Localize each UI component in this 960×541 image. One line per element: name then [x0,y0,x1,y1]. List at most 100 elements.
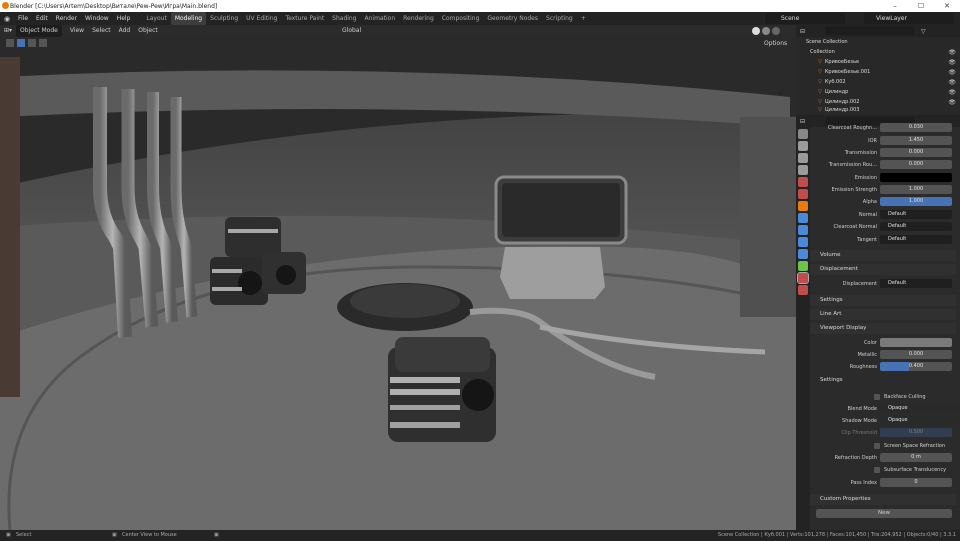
outliner-scene-collection[interactable]: Scene Collection [796,37,960,47]
outliner-item[interactable]: ▽ Куб.002 👁 [796,77,960,87]
outliner-item[interactable]: ▽ КривоеБезье 👁 [796,57,960,67]
outliner-item[interactable]: ▽ КривоеБезье.001 👁 [796,67,960,77]
volume-section[interactable]: Volume [810,250,956,261]
blend-mode-select[interactable]: Opaque [880,404,960,413]
tab-layout[interactable]: Layout [142,12,170,25]
displacement-field[interactable]: Default [880,279,952,288]
visibility-icon[interactable]: 👁 [948,49,956,56]
constraints-tab-icon[interactable] [798,249,808,259]
alpha-field[interactable]: 1.000 [880,197,952,206]
shadow-mode-select[interactable]: Opaque [880,416,960,425]
tab-geometry-nodes[interactable]: Geometry Nodes [483,12,542,25]
outliner-item[interactable]: ▽ Цилиндр 👁 [796,87,960,97]
select-mode-icon[interactable] [28,39,36,47]
clearcoat-normal-field[interactable]: Default [880,222,952,231]
material-tab-icon[interactable] [797,272,809,284]
outliner-editor-icon[interactable]: ⊟ [800,28,805,35]
roughness-field[interactable]: 0.400 [880,362,952,371]
shading-material-icon[interactable] [762,27,770,35]
displacement-section[interactable]: Displacement [810,264,956,275]
tab-rendering[interactable]: Rendering [399,12,438,25]
menu-render[interactable]: Render [52,12,81,25]
outliner-search-input[interactable] [825,27,916,35]
tab-uv-editing[interactable]: UV Editing [242,12,281,25]
particles-tab-icon[interactable] [798,225,808,235]
clip-threshold-field[interactable]: 0.500 [880,428,952,437]
menu-help[interactable]: Help [113,12,135,25]
pass-index-field[interactable]: 0 [880,478,952,487]
ssr-checkbox[interactable] [874,443,880,449]
ior-field[interactable]: 1.450 [880,136,952,145]
maximize-button[interactable]: ☐ [908,0,934,12]
line-art-section[interactable]: Line Art [810,309,956,320]
editor-type-icon[interactable]: ⊞▾ [0,25,16,37]
close-button[interactable]: ✕ [934,0,960,12]
filter-icon[interactable]: ▽ [921,28,926,35]
tab-scripting[interactable]: Scripting [542,12,577,25]
menu-window[interactable]: Window [81,12,113,25]
tab-sculpting[interactable]: Sculpting [206,12,242,25]
visibility-icon[interactable]: 👁 [948,89,956,96]
menu-edit[interactable]: Edit [32,12,52,25]
view-layer-tab-icon[interactable] [798,165,808,175]
visibility-icon[interactable]: 👁 [948,79,956,86]
tab-compositing[interactable]: Compositing [438,12,484,25]
3d-viewport[interactable] [0,37,796,530]
emission-strength-field[interactable]: 1.000 [880,185,952,194]
render-tab-icon[interactable] [798,141,808,151]
output-tab-icon[interactable] [798,153,808,163]
emission-color-swatch[interactable] [880,173,952,182]
metallic-field[interactable]: 0.000 [880,350,952,359]
blender-menu-icon[interactable]: ◉ [0,15,14,23]
select-box-icon[interactable] [17,39,25,47]
mode-selector[interactable]: Object Mode [16,25,62,37]
scene-tab-icon[interactable] [798,177,808,187]
physics-tab-icon[interactable] [798,237,808,247]
shading-rendered-icon[interactable] [772,27,780,35]
clearcoat-roughness-field[interactable]: 0.030 [880,123,952,132]
transmission-roughness-field[interactable]: 0.000 [880,160,952,169]
transmission-field[interactable]: 0.000 [880,148,952,157]
tab-modeling[interactable]: Modeling [170,12,207,25]
scene-selector[interactable]: Scene [765,13,845,24]
new-button[interactable]: New [816,509,952,518]
data-tab-icon[interactable] [798,261,808,271]
texture-tab-icon[interactable] [798,285,808,295]
refraction-depth-field[interactable]: 0 m [880,453,952,462]
minimize-button[interactable]: – [882,0,908,12]
tool-tab-icon[interactable] [798,129,808,139]
visibility-icon[interactable]: 👁 [948,69,956,76]
menu-select[interactable]: Select [88,25,115,37]
modifier-tab-icon[interactable] [798,213,808,223]
shading-solid-icon[interactable] [752,27,760,35]
tangent-field[interactable]: Default [880,235,952,244]
tab-texture-paint[interactable]: Texture Paint [281,12,328,25]
menu-file[interactable]: File [14,12,32,25]
color-swatch[interactable] [880,338,952,347]
menu-object[interactable]: Object [134,25,162,37]
visibility-icon[interactable]: 👁 [948,99,956,106]
world-tab-icon[interactable] [798,189,808,199]
outliner-item[interactable]: ▽ Цилиндр.003 [796,107,960,113]
settings-section[interactable]: Settings [810,295,956,306]
outliner-collection[interactable]: Collection 👁 [796,47,960,57]
menu-view[interactable]: View [66,25,88,37]
visibility-icon[interactable]: 👁 [948,59,956,66]
select-mode-icon-2[interactable] [39,39,47,47]
orientation-selector[interactable]: Global [338,25,365,37]
properties-editor-icon[interactable]: ⊟ [800,118,805,125]
viewport-options-button[interactable]: Options [760,39,792,48]
backface-culling-checkbox[interactable] [874,394,880,400]
tool-toggle-icon[interactable] [6,39,14,47]
viewlayer-selector[interactable]: ViewLayer [864,13,954,24]
object-tab-icon[interactable] [798,201,808,211]
sss-checkbox[interactable] [874,467,880,473]
add-workspace-icon[interactable]: + [577,12,590,25]
tab-shading[interactable]: Shading [328,12,360,25]
normal-field[interactable]: Default [880,210,952,219]
tab-animation[interactable]: Animation [361,12,400,25]
settings-subsection[interactable]: Settings [810,375,956,386]
outliner-item[interactable]: ▽ Цилиндр.002 👁 [796,97,960,107]
menu-add[interactable]: Add [115,25,135,37]
custom-properties-section[interactable]: Custom Properties [810,494,956,505]
